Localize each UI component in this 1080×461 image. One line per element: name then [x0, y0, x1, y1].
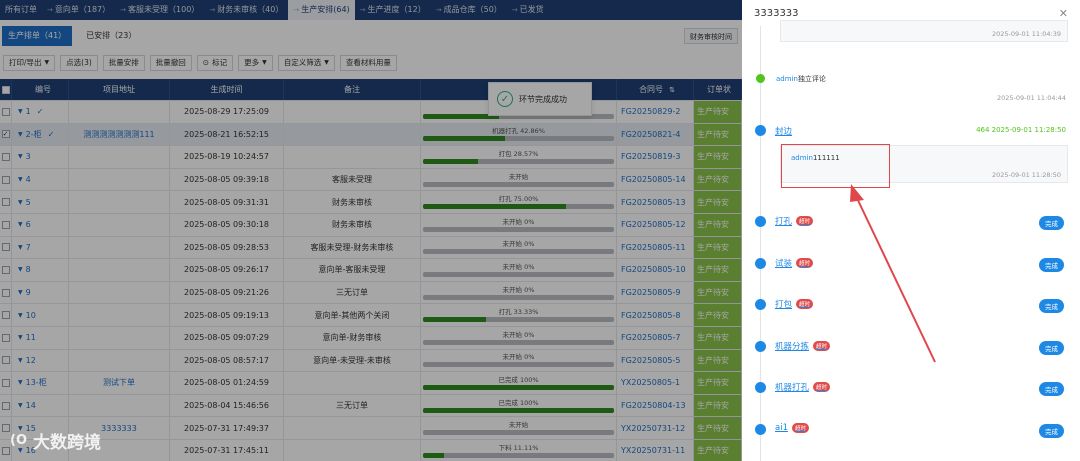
close-icon[interactable]: ✕: [1059, 7, 1068, 20]
step-label: ai1: [775, 422, 788, 433]
timeline-dot: [755, 382, 766, 393]
late-badge: 超时: [796, 299, 814, 309]
step-title[interactable]: 打孔 超时: [775, 215, 814, 227]
done-button[interactable]: 完成: [1039, 257, 1064, 272]
eval-time: 2025-09-01 11:04:44: [996, 94, 1066, 102]
timeline-dot: [756, 74, 765, 83]
late-badge: 超时: [791, 422, 809, 433]
comment-time: 2025-09-01 11:04:39: [991, 30, 1061, 38]
timeline-dot: [755, 216, 766, 227]
timeline-dot: [755, 340, 766, 352]
watermark-text: 大数跨境: [33, 433, 101, 453]
timeline-dot: [755, 257, 766, 269]
late-badge: 超时: [796, 216, 814, 226]
eval-text: admin独立评论: [776, 74, 826, 84]
comment-time: 2025-09-01 11:28:50: [991, 171, 1061, 179]
step-title[interactable]: 机器分拣 超时: [775, 340, 831, 352]
step-label: 封边: [775, 127, 793, 137]
step-label: 打包: [775, 300, 793, 310]
eval-content: 独立评论: [797, 75, 826, 83]
timeline-dot: [755, 125, 766, 136]
edge-step-meta: 464 2025-09-01 11:28:50: [976, 126, 1066, 134]
step-title[interactable]: 打包 超时: [775, 298, 814, 310]
done-button[interactable]: 完成: [1039, 423, 1064, 438]
watermark-logo: (O 大数跨境: [10, 428, 101, 453]
timeline-dot: [755, 299, 766, 310]
step-title[interactable]: 试装 超时: [775, 257, 814, 269]
timeline-dot: [755, 423, 766, 435]
step-edge-banding[interactable]: 封边: [775, 125, 792, 137]
overlay-mask[interactable]: [0, 0, 742, 461]
annotation-arrow: [850, 184, 936, 363]
step-label: 机器打孔: [775, 383, 810, 393]
step-label: 打孔: [775, 217, 793, 227]
step-title[interactable]: ai1 超时: [775, 422, 809, 433]
timeline-line: [760, 26, 761, 461]
done-button[interactable]: 完成: [1039, 216, 1064, 230]
watermark-mark: (O: [10, 433, 27, 448]
done-button[interactable]: 完成: [1039, 340, 1064, 355]
step-label: 机器分拣: [775, 341, 810, 352]
eval-user: admin: [776, 75, 798, 83]
step-title[interactable]: 机器打孔 超时: [775, 381, 831, 393]
comment-card: 2025-09-01 11:04:39: [780, 20, 1068, 42]
drawer-title: 3333333: [754, 8, 799, 19]
late-badge: 超时: [796, 257, 814, 268]
step-label: 试装: [775, 258, 793, 269]
late-badge: 超时: [813, 340, 831, 351]
done-button[interactable]: 完成: [1039, 382, 1064, 396]
done-button[interactable]: 完成: [1039, 299, 1064, 313]
late-badge: 超时: [813, 382, 831, 392]
